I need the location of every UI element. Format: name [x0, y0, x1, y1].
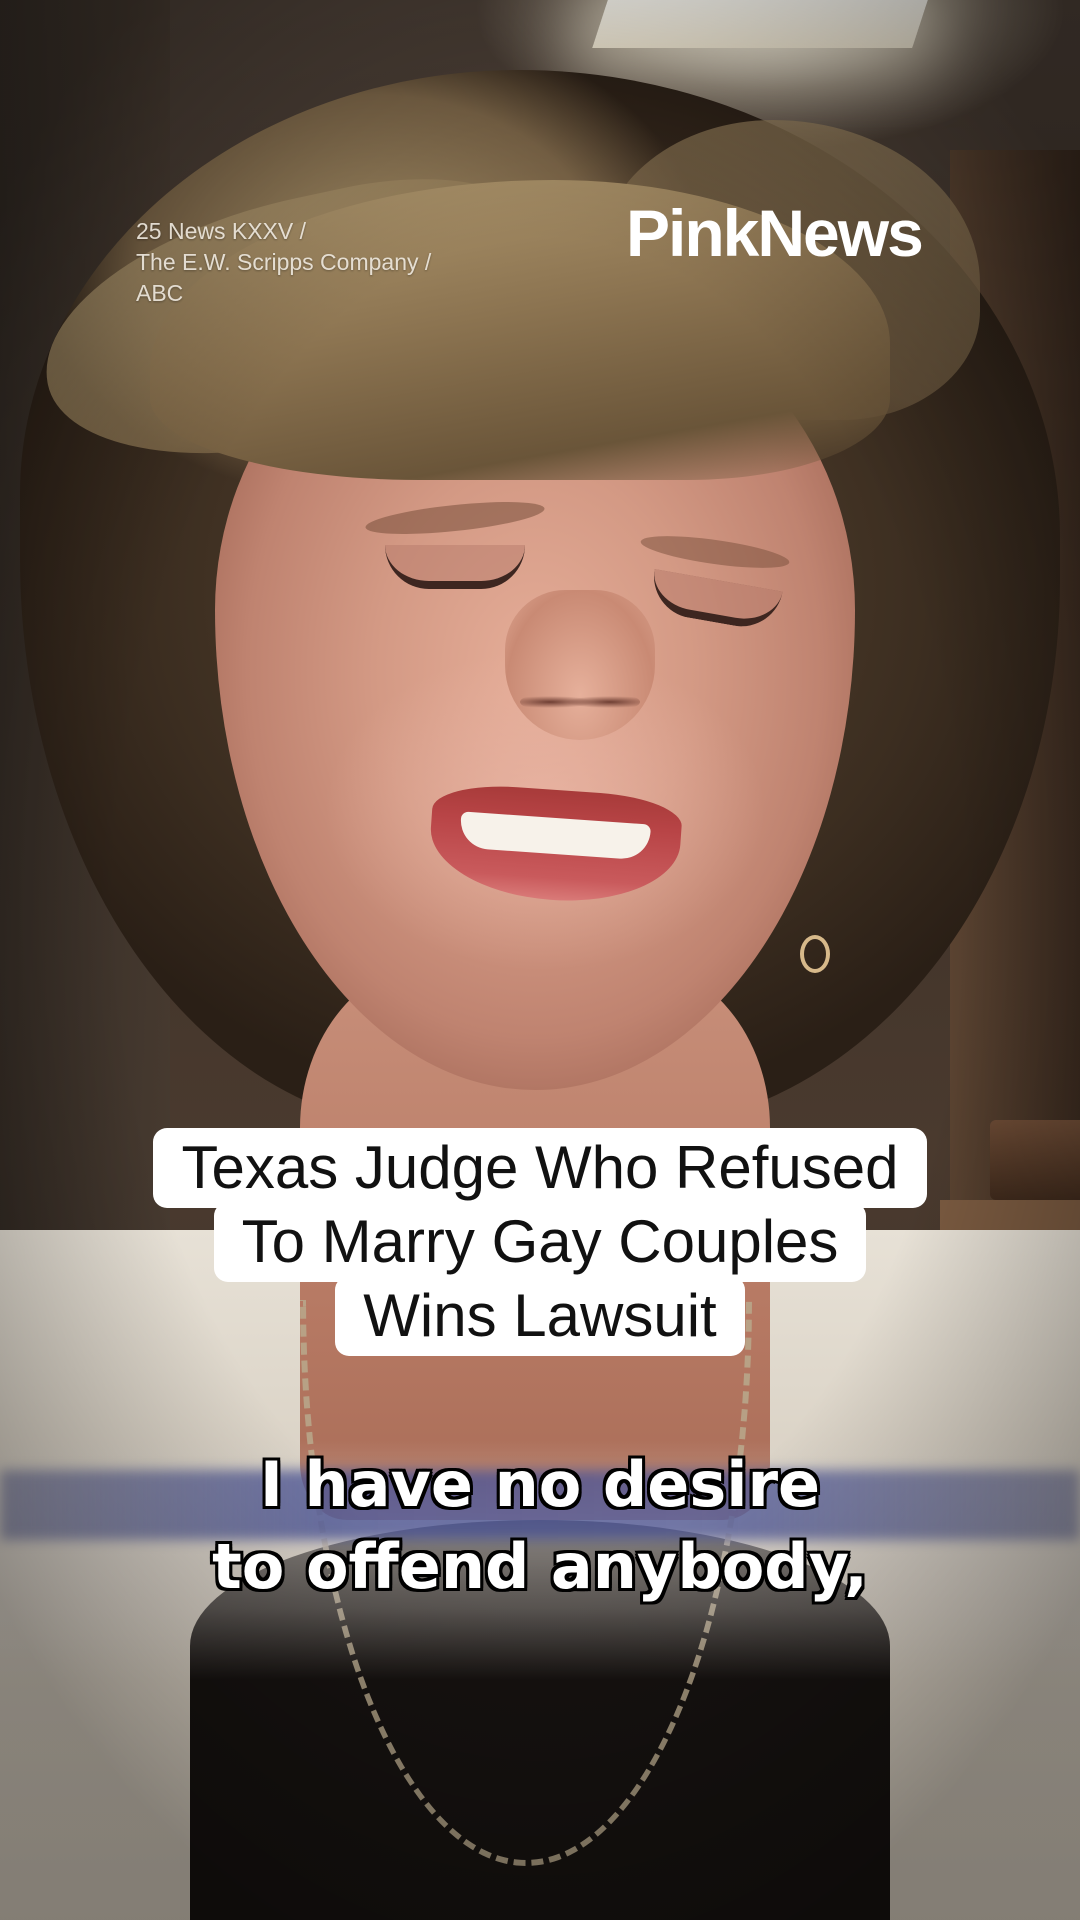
- video-frame: 25 News KXXV / The E.W. Scripps Company …: [0, 0, 1080, 1920]
- source-credit: 25 News KXXV / The E.W. Scripps Company …: [136, 216, 496, 309]
- subtitle-line: I have no desire: [259, 1448, 821, 1521]
- nose: [505, 590, 655, 740]
- headline-line: Wins Lawsuit: [335, 1276, 745, 1356]
- earring: [800, 935, 830, 973]
- headline-line: To Marry Gay Couples: [213, 1202, 867, 1282]
- ceiling-light: [592, 0, 928, 48]
- credit-line: 25 News KXXV /: [136, 218, 307, 244]
- left-closed-eye: [385, 545, 525, 589]
- credit-line: The E.W. Scripps Company /: [136, 249, 432, 275]
- nostrils: [520, 690, 640, 714]
- headline-caption: Texas Judge Who Refused To Marry Gay Cou…: [0, 1128, 1080, 1356]
- credit-line: ABC: [136, 280, 184, 306]
- pinknews-logo: PinkNews: [626, 196, 924, 270]
- subtitle-line: to offend anybody,: [212, 1530, 868, 1603]
- headline-line: Texas Judge Who Refused: [153, 1128, 927, 1208]
- speech-subtitle: I have no desire to offend anybody,: [0, 1444, 1080, 1608]
